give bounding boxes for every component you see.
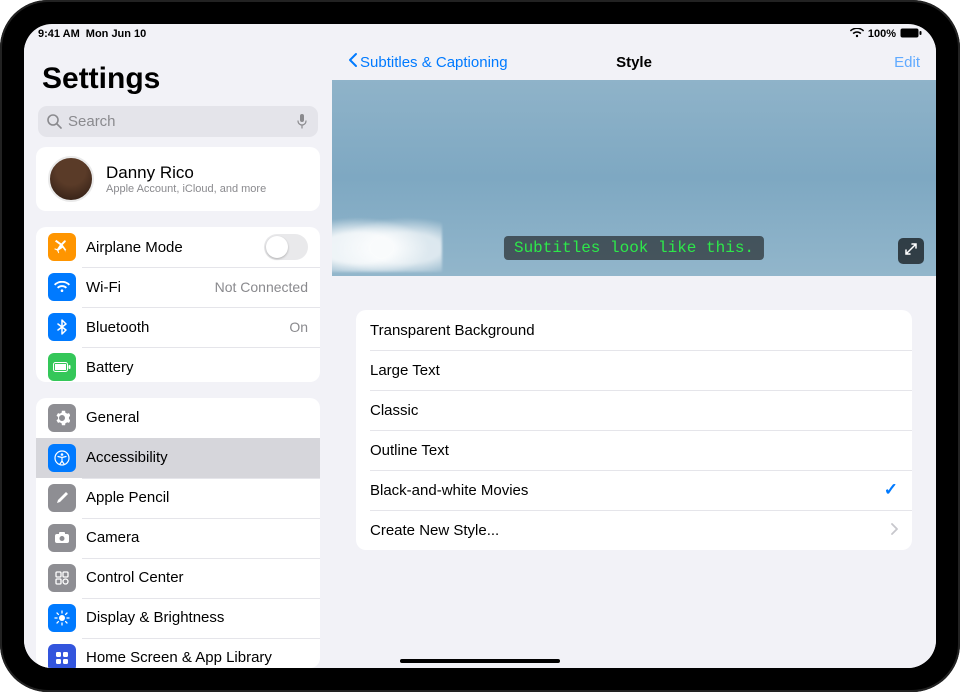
- search-input[interactable]: Search: [38, 106, 318, 137]
- wifi-status: Not Connected: [215, 279, 308, 295]
- home-icon: [48, 644, 76, 668]
- style-list: Transparent Background Large Text Classi…: [356, 310, 912, 550]
- sidebar-item-label: General: [86, 409, 308, 426]
- home-indicator[interactable]: [400, 659, 560, 663]
- wifi-icon: [48, 273, 76, 301]
- bluetooth-icon: [48, 313, 76, 341]
- nav-bar: Subtitles & Captioning Style Edit: [332, 44, 936, 80]
- sidebar-item-camera[interactable]: Camera: [36, 518, 320, 558]
- sidebar-item-label: Home Screen & App Library: [86, 649, 308, 666]
- search-placeholder: Search: [68, 113, 116, 130]
- sidebar-item-label: Accessibility: [86, 449, 308, 466]
- sidebar-item-pencil[interactable]: Apple Pencil: [36, 478, 320, 518]
- detail-pane: Subtitles & Captioning Style Edit Subtit…: [332, 44, 936, 668]
- sidebar-item-label: Airplane Mode: [86, 239, 264, 256]
- style-option-selected[interactable]: Black-and-white Movies ✓: [356, 470, 912, 510]
- status-date: Mon Jun 10: [86, 28, 147, 40]
- sidebar-item-bluetooth[interactable]: Bluetooth On: [36, 307, 320, 347]
- chevron-right-icon: [890, 522, 898, 539]
- gear-icon: [48, 404, 76, 432]
- style-option[interactable]: Large Text: [356, 350, 912, 390]
- ipad-frame: 9:41 AM Mon Jun 10 100% Settings: [0, 0, 960, 692]
- subtitle-preview: Subtitles look like this.: [332, 80, 936, 276]
- chevron-left-icon: [348, 52, 358, 72]
- wifi-icon: [850, 28, 864, 41]
- account-name: Danny Rico: [106, 163, 266, 183]
- style-option[interactable]: Classic: [356, 390, 912, 430]
- style-option-label: Classic: [370, 402, 898, 419]
- cloud-decoration: [332, 212, 442, 272]
- airplane-icon: [48, 233, 76, 261]
- style-option-label: Black-and-white Movies: [370, 482, 884, 499]
- battery-percent: 100%: [868, 28, 896, 40]
- sidebar-item-battery[interactable]: Battery: [36, 347, 320, 381]
- control-center-icon: [48, 564, 76, 592]
- sidebar-group-connectivity: Airplane Mode Wi-Fi Not Connected: [36, 227, 320, 381]
- sidebar-item-airplane[interactable]: Airplane Mode: [36, 227, 320, 267]
- back-button[interactable]: Subtitles & Captioning: [348, 52, 508, 72]
- account-subtitle: Apple Account, iCloud, and more: [106, 183, 266, 195]
- camera-icon: [48, 524, 76, 552]
- battery-icon: [48, 353, 76, 381]
- style-option[interactable]: Outline Text: [356, 430, 912, 470]
- sidebar-item-label: Display & Brightness: [86, 609, 308, 626]
- expand-button[interactable]: [898, 238, 924, 264]
- expand-icon: [904, 242, 918, 261]
- search-icon: [46, 113, 62, 129]
- page-title: Settings: [36, 44, 320, 102]
- sidebar-item-label: Control Center: [86, 569, 308, 586]
- style-option[interactable]: Transparent Background: [356, 310, 912, 350]
- accessibility-icon: [48, 444, 76, 472]
- airplane-toggle[interactable]: [264, 234, 308, 260]
- sidebar-item-label: Camera: [86, 529, 308, 546]
- sidebar-item-label: Battery: [86, 359, 308, 376]
- battery-icon: [900, 28, 922, 41]
- style-option-label: Transparent Background: [370, 322, 898, 339]
- sidebar-item-wifi[interactable]: Wi-Fi Not Connected: [36, 267, 320, 307]
- display-icon: [48, 604, 76, 632]
- detail-title: Style: [616, 54, 652, 71]
- edit-button[interactable]: Edit: [894, 54, 920, 71]
- screen: 9:41 AM Mon Jun 10 100% Settings: [24, 24, 936, 668]
- status-bar: 9:41 AM Mon Jun 10 100%: [24, 24, 936, 44]
- create-new-label: Create New Style...: [370, 522, 890, 539]
- back-label: Subtitles & Captioning: [360, 54, 508, 71]
- subtitle-sample-text: Subtitles look like this.: [504, 236, 764, 260]
- create-new-style[interactable]: Create New Style...: [356, 510, 912, 550]
- status-time: 9:41 AM: [38, 28, 80, 40]
- sidebar-item-control-center[interactable]: Control Center: [36, 558, 320, 598]
- sidebar-item-general[interactable]: General: [36, 398, 320, 438]
- sidebar-item-label: Apple Pencil: [86, 489, 308, 506]
- sidebar-item-accessibility[interactable]: Accessibility: [36, 438, 320, 478]
- avatar: [48, 156, 94, 202]
- sidebar-item-label: Bluetooth: [86, 319, 289, 336]
- pencil-icon: [48, 484, 76, 512]
- checkmark-icon: ✓: [884, 480, 898, 500]
- account-row[interactable]: Danny Rico Apple Account, iCloud, and mo…: [36, 147, 320, 211]
- style-option-label: Outline Text: [370, 442, 898, 459]
- sidebar-item-home-screen[interactable]: Home Screen & App Library: [36, 638, 320, 668]
- sidebar: Settings Search Danny Rico Apple Acc: [24, 44, 332, 668]
- microphone-icon[interactable]: [296, 113, 310, 129]
- sidebar-item-label: Wi-Fi: [86, 279, 215, 296]
- sidebar-group-general: General Accessibility Apple Pencil: [36, 398, 320, 668]
- style-option-label: Large Text: [370, 362, 898, 379]
- bluetooth-status: On: [289, 319, 308, 335]
- sidebar-item-display[interactable]: Display & Brightness: [36, 598, 320, 638]
